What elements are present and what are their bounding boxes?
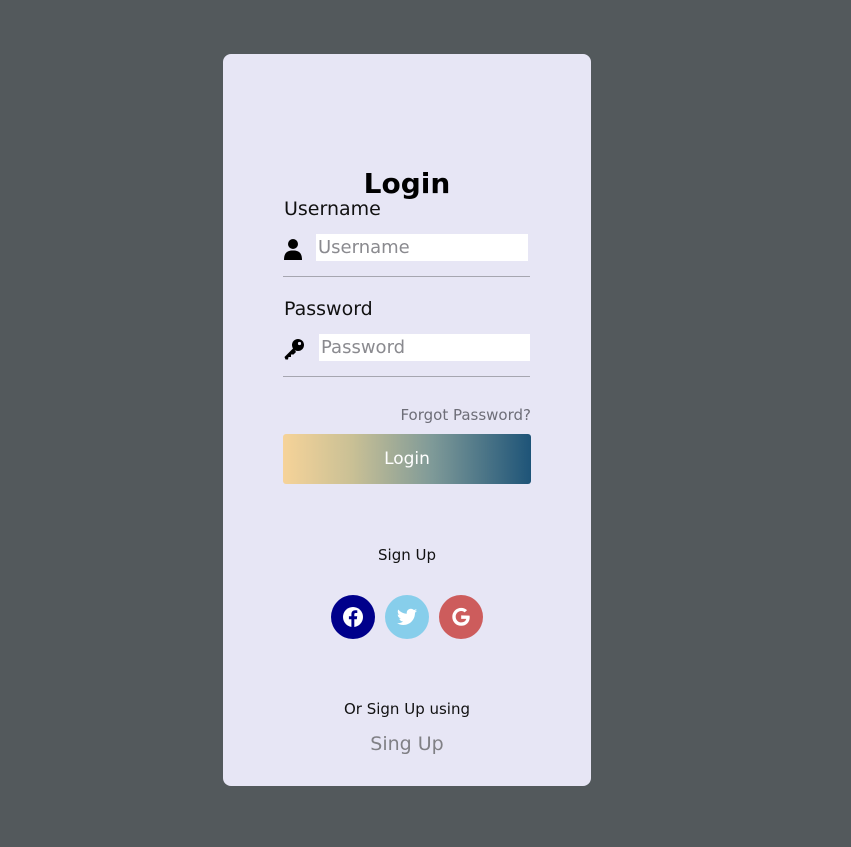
facebook-icon [343,607,363,627]
login-button[interactable]: Login [283,434,531,484]
google-icon [452,607,470,626]
twitter-icon [396,608,418,625]
forgot-password-link[interactable]: Forgot Password? [400,408,531,423]
alt-sign-up-text: Or Sign Up using [343,700,470,718]
twitter-button[interactable] [385,595,429,639]
facebook-button[interactable] [331,595,375,639]
key-icon [283,338,304,360]
sign-up-link[interactable]: Sing Up [223,735,591,754]
google-button[interactable] [439,595,483,639]
password-label: Password [284,298,373,320]
password-input[interactable] [319,334,530,361]
username-label: Username [284,198,381,220]
username-input[interactable] [316,234,528,261]
sign-up-heading: Sign Up [378,546,436,564]
social-buttons [223,595,591,639]
password-field-row [283,334,530,377]
user-icon [283,238,303,260]
login-card: Login Username Password Forgot Password?… [223,54,591,786]
username-field-row [283,234,530,277]
page-title: Login [363,167,451,200]
